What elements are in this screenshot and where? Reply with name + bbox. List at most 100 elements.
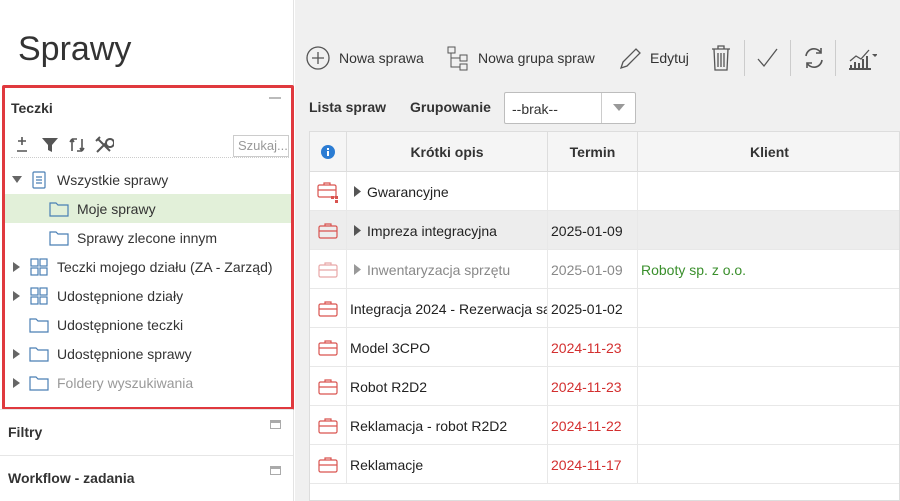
section-filtry[interactable]: Filtry: [0, 409, 293, 455]
chevron-down-icon[interactable]: [601, 93, 635, 123]
pencil-icon: [619, 48, 641, 70]
tree-item-label: Sprawy zlecone innym: [77, 229, 218, 246]
briefcase-icon: [310, 211, 347, 250]
refresh-icon: [805, 48, 823, 68]
new-group-button[interactable]: Nowa grupa spraw: [446, 40, 595, 76]
table-row[interactable]: Reklamacje 2024-11-17: [310, 445, 899, 484]
briefcase-icon: [310, 250, 347, 289]
section-workflow[interactable]: Workflow - zadania: [0, 455, 293, 501]
cell-short-desc: Reklamacja - robot R2D2: [347, 406, 548, 445]
tree-item[interactable]: Sprawy zlecone innym: [5, 223, 291, 252]
cell-short-desc: Integracja 2024 - Rezerwacja sali: [347, 289, 548, 328]
briefcase-icon: [310, 172, 347, 211]
caret-right-icon[interactable]: [354, 184, 361, 200]
chart-icon: [849, 49, 877, 70]
teczki-title: Teczki: [11, 100, 53, 116]
tree-item[interactable]: Udostępnione sprawy: [5, 339, 291, 368]
cell-term: 2024-11-23: [548, 367, 638, 406]
caret-right-icon[interactable]: [11, 261, 23, 273]
grouping-label: Grupowanie: [410, 99, 491, 115]
grid-header: Krótki opis Termin Klient: [310, 132, 899, 172]
caret-down-icon[interactable]: [11, 174, 23, 186]
info-icon: [321, 145, 335, 159]
grouping-select[interactable]: --brak--: [504, 92, 636, 124]
briefcase-icon: [310, 445, 347, 484]
list-icon: [29, 170, 49, 189]
section-workflow-label: Workflow - zadania: [8, 470, 135, 486]
cell-short-desc-text: Integracja 2024 - Rezerwacja sali: [350, 300, 548, 317]
tree-item[interactable]: Teczki mojego działu (ZA - Zarząd): [5, 252, 291, 281]
tree-icon: [447, 46, 468, 71]
tree-item-label: Moje sprawy: [77, 200, 156, 217]
teczki-search-input[interactable]: Szukaj...: [233, 135, 289, 157]
check-icon: [757, 48, 778, 68]
table-row[interactable]: Impreza integracyjna 2025-01-09: [310, 211, 899, 250]
briefcase-icon: [310, 406, 347, 445]
new-group-label: Nowa grupa spraw: [478, 50, 595, 66]
caret-right-icon[interactable]: [354, 262, 361, 278]
tools-icon[interactable]: [93, 134, 115, 156]
tree-item[interactable]: Moje sprawy: [5, 194, 291, 223]
table-row[interactable]: Integracja 2024 - Rezerwacja sali 2025-01…: [310, 289, 899, 328]
cell-short-desc: Gwarancyjne: [347, 172, 548, 211]
caret-right-icon[interactable]: [354, 223, 361, 239]
tree-item[interactable]: Udostępnione teczki: [5, 310, 291, 339]
folder-icon: [49, 229, 69, 247]
folder-icon: [29, 316, 49, 334]
caret-right-icon[interactable]: [11, 377, 23, 389]
chart-menu-button[interactable]: [847, 40, 885, 76]
confirm-button[interactable]: [755, 40, 787, 76]
refresh-button[interactable]: [802, 40, 834, 76]
department-icon: [29, 257, 49, 276]
main-area: Nowa sprawa Nowa grupa spraw Edytuj List…: [295, 0, 900, 501]
cell-client: Roboty sp. z o.o.: [641, 261, 747, 278]
tree-item-label: Teczki mojego działu (ZA - Zarząd): [57, 258, 273, 275]
minimize-icon[interactable]: [269, 97, 281, 99]
plus-circle-icon: [306, 46, 330, 70]
column-short-desc[interactable]: Krótki opis: [347, 132, 548, 172]
cell-short-desc: Model 3CPO: [347, 328, 548, 367]
trash-icon: [712, 45, 730, 71]
delete-button[interactable]: [710, 40, 740, 76]
main-toolbar: Nowa sprawa Nowa grupa spraw Edytuj: [295, 40, 900, 78]
table-row[interactable]: Inwentaryzacja sprzętu 2025-01-09 Roboty s…: [310, 250, 899, 289]
table-row[interactable]: Robot R2D2 2024-11-23: [310, 367, 899, 406]
caret-right-icon[interactable]: [11, 290, 23, 302]
column-info[interactable]: [310, 132, 347, 172]
tree-item[interactable]: Udostępnione działy: [5, 281, 291, 310]
table-row[interactable]: Model 3CPO 2024-11-23: [310, 328, 899, 367]
cell-short-desc-text: Inwentaryzacja sprzętu: [367, 261, 511, 278]
grouping-value: --brak--: [512, 101, 558, 117]
maximize-icon[interactable]: [270, 466, 281, 475]
table-row[interactable]: Reklamacja - robot R2D2 2024-11-22: [310, 406, 899, 445]
tree-item-label: Udostępnione teczki: [57, 316, 184, 333]
edit-button[interactable]: Edytuj: [618, 40, 689, 76]
toolbar-separator: [790, 40, 791, 76]
cell-short-desc-text: Impreza integracyjna: [367, 222, 497, 239]
column-client[interactable]: Klient: [638, 132, 899, 172]
tree-item[interactable]: Wszystkie sprawy: [5, 165, 291, 194]
cell-term: 2024-11-22: [548, 406, 638, 445]
folder-icon: [49, 200, 69, 218]
column-term[interactable]: Termin: [548, 132, 638, 172]
cell-client: [638, 289, 899, 328]
maximize-icon[interactable]: [270, 420, 281, 429]
cell-term: 2024-11-17: [548, 445, 638, 484]
tree-item[interactable]: Foldery wyszukiwania: [5, 368, 291, 397]
refresh-icon[interactable]: [66, 134, 88, 156]
page-title: Sprawy: [18, 30, 132, 68]
new-case-button[interactable]: Nowa sprawa: [305, 40, 424, 76]
cell-short-desc-text: Gwarancyjne: [367, 183, 449, 200]
cell-client: [638, 445, 899, 484]
left-panel: Sprawy Teczki Szukaj... Wszystkie sprawy…: [0, 0, 294, 501]
folder-icon: [29, 345, 49, 363]
toolbar-separator: [744, 40, 745, 76]
cell-short-desc: Reklamacje: [347, 445, 548, 484]
plus-minus-icon[interactable]: [11, 134, 33, 156]
case-list-label: Lista spraw: [309, 99, 387, 115]
table-row[interactable]: Gwarancyjne: [310, 172, 899, 211]
filter-icon[interactable]: [39, 134, 61, 156]
tree-item-label: Udostępnione sprawy: [57, 345, 192, 362]
briefcase-icon: [310, 328, 347, 367]
caret-right-icon[interactable]: [11, 348, 23, 360]
